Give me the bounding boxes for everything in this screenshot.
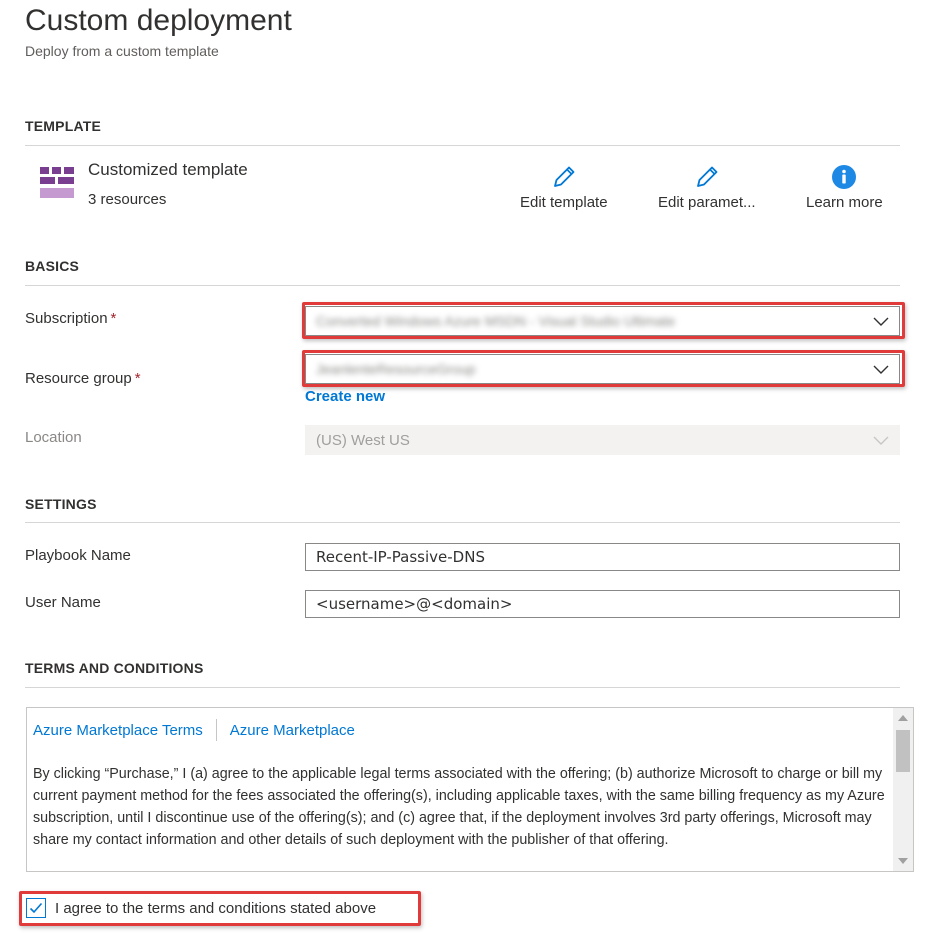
edit-parameters-label: Edit paramet...	[658, 194, 756, 211]
template-resources-count: 3 resources	[88, 191, 167, 208]
settings-section-divider	[25, 522, 900, 523]
basics-section-header: BASICS	[25, 258, 80, 274]
subscription-dropdown[interactable]: Converted Windows Azure MSDN - Visual St…	[305, 306, 900, 336]
info-icon	[829, 162, 859, 192]
playbook-name-label: Playbook Name	[25, 547, 131, 564]
link-separator	[215, 719, 217, 741]
terms-scrollbar[interactable]	[893, 708, 913, 871]
location-label: Location	[25, 429, 82, 446]
subscription-value: Converted Windows Azure MSDN - Visual St…	[316, 313, 676, 329]
terms-box: Azure Marketplace Terms Azure Marketplac…	[26, 707, 914, 872]
template-section-divider	[25, 145, 900, 146]
azure-marketplace-terms-link[interactable]: Azure Marketplace Terms	[33, 722, 203, 739]
agree-terms-checkbox[interactable]: I agree to the terms and conditions stat…	[26, 898, 376, 918]
pencil-icon	[692, 162, 722, 192]
user-name-label: User Name	[25, 594, 101, 611]
terms-body-text: By clicking “Purchase,” I (a) agree to t…	[33, 766, 885, 848]
terms-links: Azure Marketplace Terms Azure Marketplac…	[33, 719, 355, 741]
subscription-label: Subscription *	[25, 310, 117, 327]
edit-template-label: Edit template	[520, 194, 608, 211]
terms-section-divider	[25, 687, 900, 688]
settings-section-header: SETTINGS	[25, 496, 97, 512]
required-marker: *	[110, 310, 117, 327]
playbook-name-input[interactable]	[305, 543, 900, 571]
resource-group-label: Resource group *	[25, 370, 141, 387]
basics-section-divider	[25, 285, 900, 286]
pencil-icon	[549, 162, 579, 192]
template-section-header: TEMPLATE	[25, 118, 102, 134]
location-value: (US) West US	[316, 432, 410, 449]
chevron-down-icon	[873, 365, 889, 374]
template-name: Customized template	[88, 160, 248, 179]
page-subtitle: Deploy from a custom template	[25, 43, 219, 59]
azure-marketplace-link[interactable]: Azure Marketplace	[230, 722, 355, 739]
resource-group-value: JeanlenteResourceGroup	[316, 361, 476, 377]
page-title: Custom deployment	[25, 4, 292, 37]
scrollbar-thumb[interactable]	[896, 730, 910, 772]
location-dropdown: (US) West US	[305, 425, 900, 455]
learn-more-button[interactable]: Learn more	[806, 162, 883, 211]
scroll-down-icon[interactable]	[898, 858, 908, 864]
checkbox-box[interactable]	[26, 898, 46, 918]
edit-template-button[interactable]: Edit template	[520, 162, 608, 211]
template-grid-icon	[40, 167, 74, 198]
scroll-up-icon[interactable]	[898, 715, 908, 721]
resource-group-dropdown[interactable]: JeanlenteResourceGroup	[305, 354, 900, 384]
terms-section-header: TERMS AND CONDITIONS	[25, 660, 204, 676]
user-name-input[interactable]	[305, 590, 900, 618]
edit-parameters-button[interactable]: Edit paramet...	[658, 162, 756, 211]
learn-more-label: Learn more	[806, 194, 883, 211]
agree-terms-label: I agree to the terms and conditions stat…	[55, 899, 377, 917]
required-marker: *	[134, 370, 141, 387]
create-new-link[interactable]: Create new	[305, 388, 385, 405]
checkmark-icon	[29, 902, 43, 914]
chevron-down-icon	[873, 436, 889, 445]
chevron-down-icon	[873, 317, 889, 326]
